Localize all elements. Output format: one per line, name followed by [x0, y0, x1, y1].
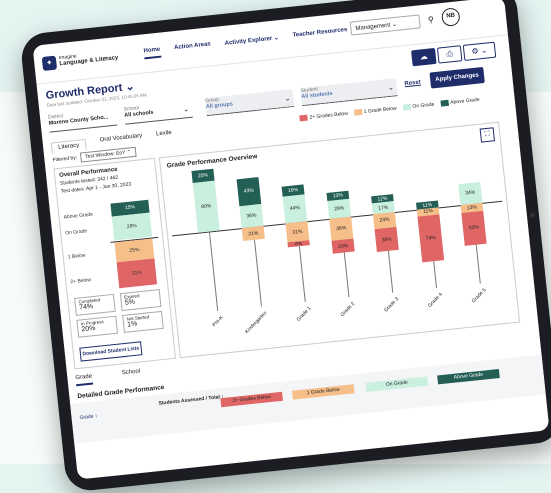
chevron-down-icon: ⌄ [284, 95, 291, 103]
bar-stem [208, 231, 219, 312]
stat-completed: Completed 74% [74, 293, 116, 316]
tablet-device: ✦ Imagine Language & Literacy ⌄ Home Acti… [19, 0, 551, 493]
nav-action-areas[interactable]: Action Areas [174, 41, 212, 56]
download-student-lists-button[interactable]: Download Student Lists [79, 341, 143, 362]
print-icon[interactable]: ⎙ [436, 45, 463, 64]
management-select[interactable]: Management ⌄ [349, 14, 421, 36]
tab-lexile[interactable]: Lexile [156, 130, 173, 143]
col-grade[interactable]: Grade ↕ [79, 413, 97, 421]
group-select[interactable]: Group All groups ⌄ [204, 89, 295, 117]
stat-in-progress: In Progress 20% [76, 315, 119, 338]
bar-stem [433, 260, 438, 289]
col-above-grade[interactable]: Above Grade [437, 368, 500, 385]
x-tick-label: Grade 2 [339, 300, 357, 319]
camera [529, 212, 536, 218]
bar-stem [475, 244, 481, 284]
expand-icon[interactable]: ⛶ [479, 127, 495, 143]
logo-icon: ✦ [41, 55, 58, 71]
tab-literacy[interactable]: Literacy [50, 138, 87, 154]
avatar[interactable]: NB [440, 7, 461, 27]
search-icon[interactable]: ⚲ [427, 15, 434, 25]
bar-segment[interactable]: 38% [374, 226, 399, 253]
x-tick-label: Grade 4 [426, 291, 444, 309]
bar-segment[interactable]: 43% [236, 177, 262, 206]
app-screen: ✦ Imagine Language & Literacy ⌄ Home Acti… [32, 0, 550, 480]
legend-item: On Grade [402, 101, 435, 111]
apply-changes-button[interactable]: Apply Changes [429, 66, 485, 89]
reset-link[interactable]: Reset [404, 80, 421, 88]
x-tick-label: Pre-K [211, 314, 225, 329]
nav-teacher-resources[interactable]: Teacher Resources [292, 27, 348, 44]
bar-segment[interactable]: 80% [192, 181, 220, 233]
x-tick-label: Grade 3 [383, 296, 400, 314]
overall-performance-panel: Overall Performance Students tested: 342… [53, 157, 176, 370]
cloud-download-icon[interactable]: ☁ [411, 47, 437, 67]
chevron-down-icon[interactable]: ⌄ [102, 52, 109, 61]
bar-stem [253, 239, 262, 307]
chevron-down-icon: ⌄ [182, 105, 190, 114]
col-2-below[interactable]: 2+ Grades Below [220, 391, 283, 408]
nav-home[interactable]: Home [143, 46, 162, 60]
settings-button[interactable]: ⚙ ⌄ [462, 41, 497, 61]
stat-not-started: Not Started 1% [122, 310, 164, 333]
bar-segment[interactable]: 34% [458, 181, 483, 206]
legend-item: 2+ Grades Below [299, 110, 348, 122]
col-students[interactable]: Students Assessed / Total ↕ [158, 394, 224, 407]
band-2below: 31% [116, 258, 158, 289]
table-header: Grade ↕ Students Assessed / Total ↕ 2+ G… [70, 354, 546, 444]
bar-segment[interactable]: 44% [282, 194, 308, 224]
bar-stem [298, 246, 306, 302]
bar-stem [387, 251, 394, 293]
bar-stem [343, 252, 350, 298]
school-select[interactable]: School All schools ⌄ [123, 99, 193, 125]
chart-title: Grade Performance Overview [166, 153, 258, 170]
x-tick-label: Grade 1 [295, 305, 313, 323]
student-select[interactable]: Student All students ⌄ [300, 78, 398, 107]
bar-segment[interactable]: 29% [327, 198, 352, 219]
x-tick-label: Kindergarten [244, 310, 269, 335]
bar-segment[interactable]: 31% [285, 221, 310, 243]
col-on-grade[interactable]: On Grade [365, 376, 429, 392]
bar-segment[interactable]: 21% [241, 225, 265, 242]
bar-segment[interactable]: 74% [417, 214, 445, 263]
band-on: 28% [111, 212, 153, 241]
nav-activity-explorer[interactable]: Activity Explorer ⌄ [224, 34, 279, 51]
col-1-below[interactable]: 1 Grade Below [291, 384, 355, 400]
tab-grade[interactable]: Grade [75, 373, 93, 387]
bar-segment[interactable]: 36% [329, 216, 354, 242]
district-select[interactable]: District Moreno County Scho... [47, 107, 118, 133]
brand[interactable]: Imagine Language & Literacy [59, 49, 119, 67]
chevron-down-icon: ⌄ [387, 84, 395, 93]
tab-oral-vocabulary[interactable]: Oral Vocabulary [99, 133, 143, 148]
tab-school[interactable]: School [122, 369, 141, 382]
bar-segment[interactable]: 20% [191, 168, 215, 184]
stat-expired: Expired 5% [119, 289, 162, 312]
grade-performance-chart: Grade Performance Overview ⛶ 80% 20% Pre-K… [158, 121, 521, 359]
legend-item: Above Grade [440, 97, 480, 107]
x-tick-label: Grade 5 [470, 287, 488, 305]
bar-segment[interactable]: 53% [461, 210, 487, 246]
bar-segment[interactable]: 36% [239, 203, 264, 229]
bar-segment[interactable]: 20% [331, 238, 355, 254]
legend-item: 1 Grade Below [353, 105, 397, 116]
